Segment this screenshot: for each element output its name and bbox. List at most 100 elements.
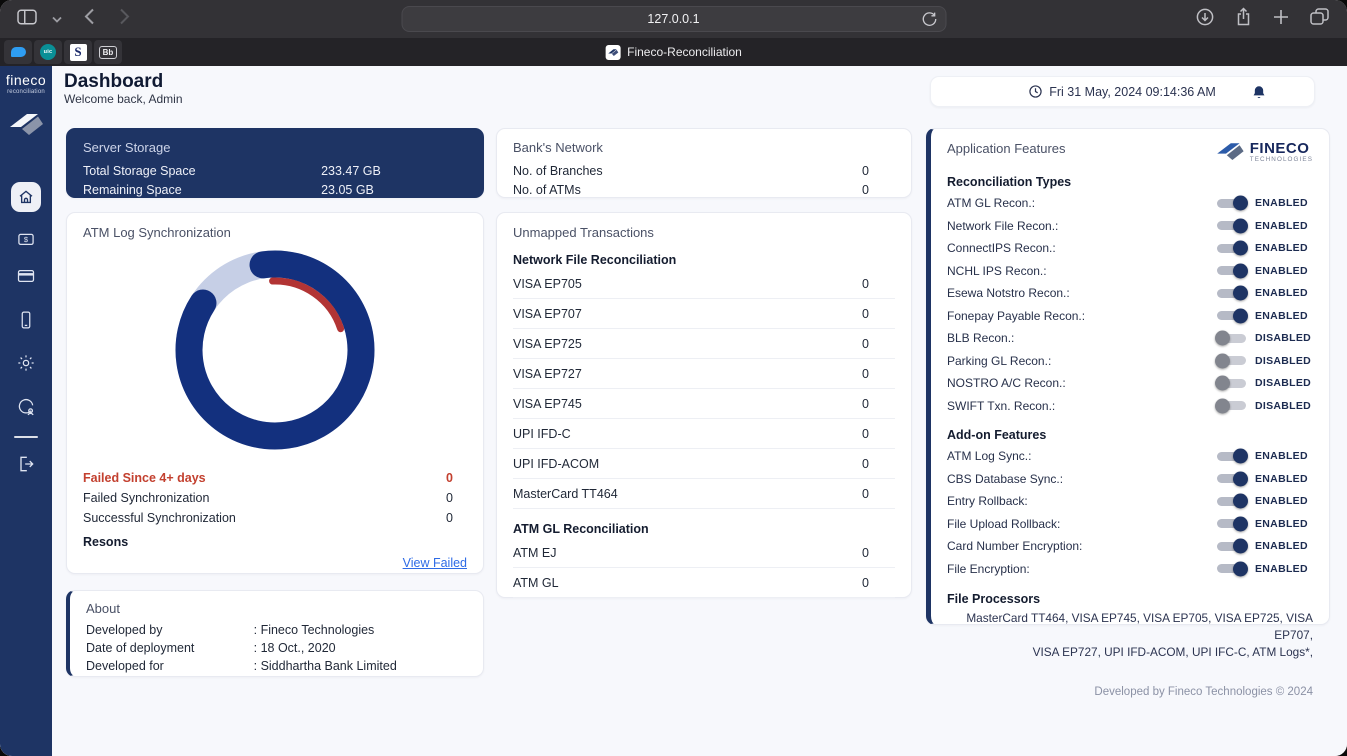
feature-row: NOSTRO A/C Recon.:DISABLED	[947, 372, 1313, 395]
toggle-knob	[1215, 353, 1230, 368]
sidebar-item-transactions[interactable]: $	[0, 229, 52, 249]
card-title: ATM Log Synchronization	[83, 225, 467, 240]
feature-toggle[interactable]	[1217, 564, 1246, 573]
forward-button[interactable]	[119, 8, 130, 30]
app-root: fineco reconciliation $	[0, 66, 1347, 756]
reload-icon[interactable]	[921, 11, 937, 30]
about-value: : Fineco Technologies	[254, 623, 375, 637]
transaction-value: 0	[862, 337, 895, 351]
storage-value: 233.47 GB	[321, 164, 381, 178]
chevron-down-icon[interactable]	[52, 10, 62, 28]
bell-icon[interactable]	[1252, 85, 1266, 103]
footer-credit: Developed by Fineco Technologies © 2024	[1094, 686, 1313, 698]
transaction-label: UPI IFD-C	[513, 427, 862, 441]
transaction-row: MasterCard TT4640	[513, 479, 895, 509]
stat-label: Failed Since 4+ days	[83, 470, 446, 486]
feature-row: File Encryption:ENABLED	[947, 558, 1313, 581]
page-title: Dashboard	[64, 71, 163, 93]
transaction-value: 0	[862, 546, 895, 560]
shortcut-cloud[interactable]	[4, 40, 32, 64]
feature-toggle[interactable]	[1217, 497, 1246, 506]
storage-row: Total Storage Space 233.47 GB	[83, 164, 467, 178]
feature-label: Entry Rollback:	[947, 494, 1217, 508]
feature-toggle[interactable]	[1217, 379, 1246, 388]
shortcut-s[interactable]: S	[64, 40, 92, 64]
sidebar-item-user-sync[interactable]	[0, 397, 52, 417]
svg-text:$: $	[24, 235, 29, 244]
toggle-knob	[1233, 241, 1248, 256]
transaction-label: VISA EP725	[513, 337, 862, 351]
downloads-icon[interactable]	[1196, 8, 1214, 31]
tab-title: Fineco-Reconciliation	[627, 45, 742, 59]
feature-toggle[interactable]	[1217, 266, 1246, 275]
url-field[interactable]: 127.0.0.1	[401, 6, 946, 32]
unmapped-transactions-card: Unmapped Transactions Network File Recon…	[496, 212, 912, 598]
feature-label: ATM GL Recon.:	[947, 196, 1217, 210]
sidebar-toggle-icon[interactable]	[16, 8, 38, 31]
uic-icon: uic	[40, 44, 56, 60]
feature-row: Esewa Notstro Recon.:ENABLED	[947, 282, 1313, 305]
feature-state-label: ENABLED	[1255, 287, 1313, 299]
card-title: Unmapped Transactions	[513, 225, 895, 240]
sidebar-item-logout[interactable]	[0, 454, 52, 474]
toggle-knob	[1233, 449, 1248, 464]
brand-name: fineco	[0, 72, 52, 88]
sidebar-item-mobile[interactable]	[0, 309, 52, 331]
fineco-technologies-logo: FINECO TECHNOLOGIES	[1215, 140, 1313, 164]
feature-state-label: ENABLED	[1255, 450, 1313, 462]
storage-row: Remaining Space 23.05 GB	[83, 183, 467, 197]
feature-state-label: ENABLED	[1255, 518, 1313, 530]
transaction-row: VISA EP7050	[513, 269, 895, 299]
shortcut-bb[interactable]: Bb	[94, 40, 122, 64]
feature-state-label: ENABLED	[1255, 242, 1313, 254]
tab-favicon	[605, 45, 620, 60]
feature-toggle[interactable]	[1217, 519, 1246, 528]
feature-toggle[interactable]	[1217, 199, 1246, 208]
feature-toggle[interactable]	[1217, 474, 1246, 483]
feature-row: File Upload Rollback:ENABLED	[947, 513, 1313, 536]
feature-label: Card Number Encryption:	[947, 539, 1217, 553]
feature-toggle[interactable]	[1217, 311, 1246, 320]
card-title: Application Features	[947, 141, 1066, 156]
feature-toggle[interactable]	[1217, 221, 1246, 230]
active-tab[interactable]: Fineco-Reconciliation	[605, 45, 742, 60]
feature-state-label: ENABLED	[1255, 473, 1313, 485]
feature-toggle[interactable]	[1217, 542, 1246, 551]
sidebar-item-settings[interactable]	[0, 353, 52, 373]
feature-row: CBS Database Sync.:ENABLED	[947, 468, 1313, 491]
toggle-knob	[1215, 398, 1230, 413]
transaction-value: 0	[862, 487, 895, 501]
transaction-label: VISA EP727	[513, 367, 862, 381]
feature-row: ATM Log Sync.: ENABLED	[947, 445, 1313, 468]
home-icon	[11, 182, 41, 212]
feature-toggle[interactable]	[1217, 356, 1246, 365]
stat-value: 0	[446, 510, 467, 526]
logo-name: FINECO	[1250, 142, 1313, 156]
feature-toggle[interactable]	[1217, 452, 1246, 461]
logout-icon	[16, 454, 36, 474]
feature-toggle[interactable]	[1217, 401, 1246, 410]
transaction-row: VISA EP7270	[513, 359, 895, 389]
feature-toggle[interactable]	[1217, 334, 1246, 343]
toggle-knob	[1233, 516, 1248, 531]
feature-state-label: ENABLED	[1255, 220, 1313, 232]
transaction-value: 0	[862, 427, 895, 441]
stat-row-failed: Failed Synchronization 0	[83, 490, 467, 506]
feature-toggle[interactable]	[1217, 244, 1246, 253]
back-button[interactable]	[84, 8, 95, 30]
browser-toolbar: 127.0.0.1	[0, 0, 1347, 38]
transaction-row: VISA EP7450	[513, 389, 895, 419]
tab-overview-icon[interactable]	[1310, 8, 1329, 30]
unmapped-section-title: Network File Reconciliation	[513, 253, 895, 267]
sidebar-item-home[interactable]	[0, 182, 52, 212]
shortcut-uic[interactable]: uic	[34, 40, 62, 64]
transaction-value: 0	[862, 457, 895, 471]
feature-toggle[interactable]	[1217, 289, 1246, 298]
feature-label: ATM Log Sync.:	[947, 449, 1217, 463]
toggle-knob	[1233, 539, 1248, 554]
welcome-text: Welcome back, Admin	[64, 92, 183, 106]
view-failed-link[interactable]: View Failed	[83, 556, 467, 570]
new-tab-icon[interactable]	[1273, 9, 1289, 30]
sidebar-item-cards[interactable]	[0, 266, 52, 286]
share-icon[interactable]	[1235, 7, 1252, 31]
